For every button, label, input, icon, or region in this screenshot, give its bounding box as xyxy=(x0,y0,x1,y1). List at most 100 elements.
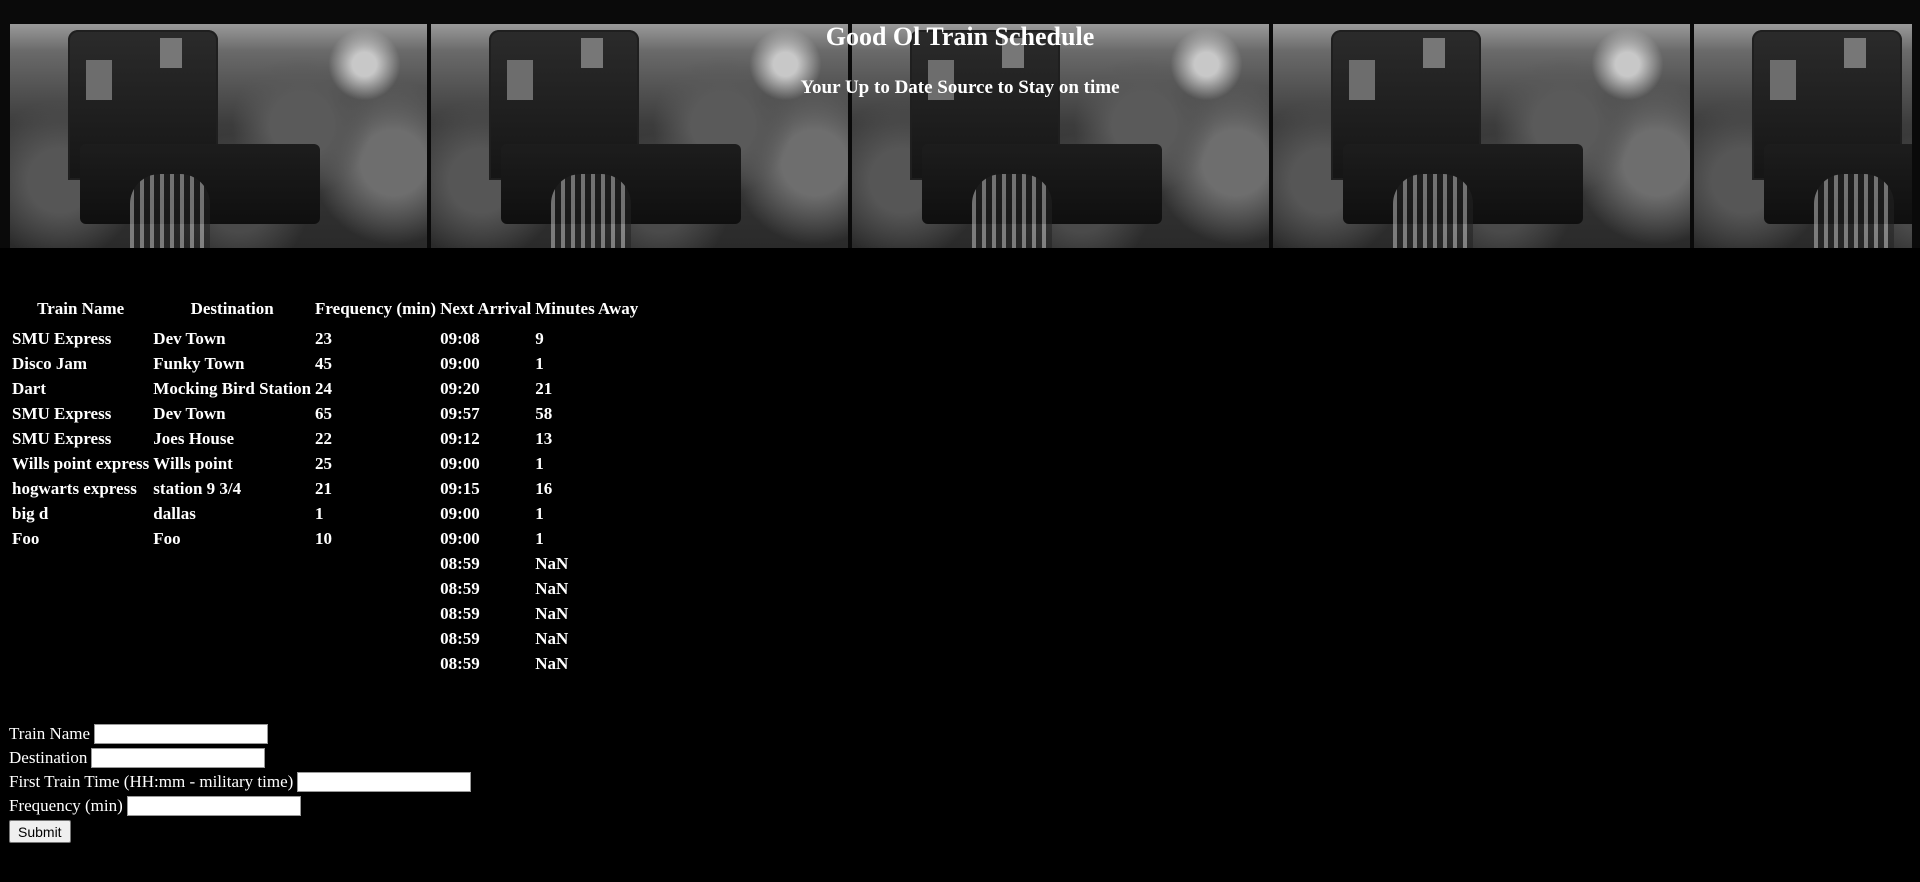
table-body: SMU Express Dev Town 23 09:08 9 Disco Ja… xyxy=(10,326,640,676)
submit-button[interactable]: Submit xyxy=(9,820,71,843)
cell-destination: Dev Town xyxy=(153,328,226,348)
cell-destination: dallas xyxy=(153,503,196,523)
cell-destination: Joes House xyxy=(153,428,235,448)
cell-minutes-away: NaN xyxy=(535,603,569,623)
cell-train-name: SMU Express xyxy=(12,428,112,448)
first-train-time-row: First Train Time (HH:mm - military time) xyxy=(9,770,472,794)
table-row: SMU Express Dev Town 23 09:08 9 xyxy=(10,326,640,351)
cell-next-arrival: 09:00 xyxy=(440,528,480,548)
cell-frequency xyxy=(313,626,438,651)
cell-next-arrival: 08:59 xyxy=(440,553,480,573)
cell-destination: Funky Town xyxy=(153,353,245,373)
cell-train-name: Dart xyxy=(12,378,46,398)
destination-row: Destination xyxy=(9,746,471,770)
cell-next-arrival: 09:08 xyxy=(440,328,480,348)
frequency-row: Frequency (min) xyxy=(9,794,471,818)
first-train-time-label: First Train Time (HH:mm - military time) xyxy=(9,772,294,791)
cell-minutes-away: 1 xyxy=(535,453,544,473)
cell-destination xyxy=(151,576,313,601)
cell-frequency: 65 xyxy=(315,403,333,423)
add-train-form: Train Name Destination First Train Time … xyxy=(9,722,472,843)
cell-train-name xyxy=(10,626,151,651)
cell-train-name xyxy=(10,551,151,576)
train-image-frame xyxy=(852,24,1269,248)
cell-destination xyxy=(151,651,313,676)
cell-frequency: 24 xyxy=(315,378,333,398)
train-banner-image xyxy=(10,24,1912,248)
cell-train-name: Disco Jam xyxy=(12,353,88,373)
table-row: 08:59 NaN xyxy=(10,626,640,651)
table-row: Dart Mocking Bird Station 24 09:20 21 xyxy=(10,376,640,401)
cell-train-name: Wills point express xyxy=(12,453,150,473)
cell-train-name: SMU Express xyxy=(12,403,112,423)
cell-destination: station 9 3/4 xyxy=(153,478,242,498)
cell-destination: Dev Town xyxy=(153,403,226,423)
cell-frequency: 45 xyxy=(315,353,333,373)
cell-frequency: 1 xyxy=(315,503,324,523)
table-row: Disco Jam Funky Town 45 09:00 1 xyxy=(10,351,640,376)
cell-train-name xyxy=(10,576,151,601)
cell-frequency: 21 xyxy=(315,478,333,498)
train-schedule-table: Train Name Destination Frequency (min) N… xyxy=(10,299,640,676)
first-train-time-input[interactable] xyxy=(297,772,472,792)
cell-minutes-away: 13 xyxy=(535,428,553,448)
cell-minutes-away: 9 xyxy=(535,328,544,348)
cell-train-name: big d xyxy=(12,503,49,523)
frequency-input[interactable] xyxy=(126,796,301,816)
cell-frequency xyxy=(313,576,438,601)
train-name-input[interactable] xyxy=(94,724,269,744)
cell-next-arrival: 09:15 xyxy=(440,478,480,498)
cell-train-name: hogwarts express xyxy=(12,478,137,498)
cell-minutes-away: NaN xyxy=(535,553,569,573)
table-row: Foo Foo 10 09:00 1 xyxy=(10,526,640,551)
cell-minutes-away: NaN xyxy=(535,578,569,598)
table-row: 08:59 NaN xyxy=(10,576,640,601)
destination-label: Destination xyxy=(9,748,88,767)
cell-train-name xyxy=(10,651,151,676)
cell-next-arrival: 08:59 xyxy=(440,628,480,648)
train-image-frame xyxy=(10,24,427,248)
cell-train-name: Foo xyxy=(12,528,40,548)
cell-destination: Foo xyxy=(153,528,181,548)
cell-minutes-away: 58 xyxy=(535,403,553,423)
cell-next-arrival: 09:57 xyxy=(440,403,480,423)
column-header-minutes-away: Minutes Away xyxy=(535,299,639,318)
page-title: Good Ol Train Schedule xyxy=(825,22,1095,51)
column-header-next-arrival: Next Arrival xyxy=(440,299,532,318)
page-subtitle: Your Up to Date Source to Stay on time xyxy=(800,77,1120,98)
header-banner: Good Ol Train Schedule Your Up to Date S… xyxy=(0,0,1920,248)
train-image-frame xyxy=(1273,24,1690,248)
cell-minutes-away: 1 xyxy=(535,353,544,373)
cell-next-arrival: 09:00 xyxy=(440,353,480,373)
cell-next-arrival: 09:00 xyxy=(440,453,480,473)
column-header-train-name: Train Name xyxy=(37,299,125,318)
cell-minutes-away: 1 xyxy=(535,503,544,523)
cell-destination xyxy=(151,551,313,576)
cell-next-arrival: 09:20 xyxy=(440,378,480,398)
cell-minutes-away: 16 xyxy=(535,478,553,498)
cell-destination: Mocking Bird Station xyxy=(153,378,312,398)
cell-frequency xyxy=(313,651,438,676)
cell-destination xyxy=(151,626,313,651)
column-header-frequency: Frequency (min) xyxy=(315,299,437,318)
cell-frequency: 22 xyxy=(315,428,333,448)
cell-minutes-away: 21 xyxy=(535,378,553,398)
cell-frequency: 10 xyxy=(315,528,333,548)
cell-next-arrival: 09:00 xyxy=(440,503,480,523)
table-row: big d dallas 1 09:00 1 xyxy=(10,501,640,526)
destination-input[interactable] xyxy=(91,748,266,768)
cell-train-name: SMU Express xyxy=(12,328,112,348)
cell-next-arrival: 09:12 xyxy=(440,428,480,448)
cell-minutes-away: 1 xyxy=(535,528,544,548)
cell-frequency: 25 xyxy=(315,453,333,473)
cell-frequency: 23 xyxy=(315,328,333,348)
table-row: SMU Express Dev Town 65 09:57 58 xyxy=(10,401,640,426)
cell-next-arrival: 08:59 xyxy=(440,578,480,598)
train-name-row: Train Name xyxy=(9,722,471,746)
cell-frequency xyxy=(313,551,438,576)
cell-destination: Wills point xyxy=(153,453,233,473)
cell-minutes-away: NaN xyxy=(535,628,569,648)
cell-frequency xyxy=(313,601,438,626)
column-header-destination: Destination xyxy=(190,299,274,318)
cell-destination xyxy=(151,601,313,626)
